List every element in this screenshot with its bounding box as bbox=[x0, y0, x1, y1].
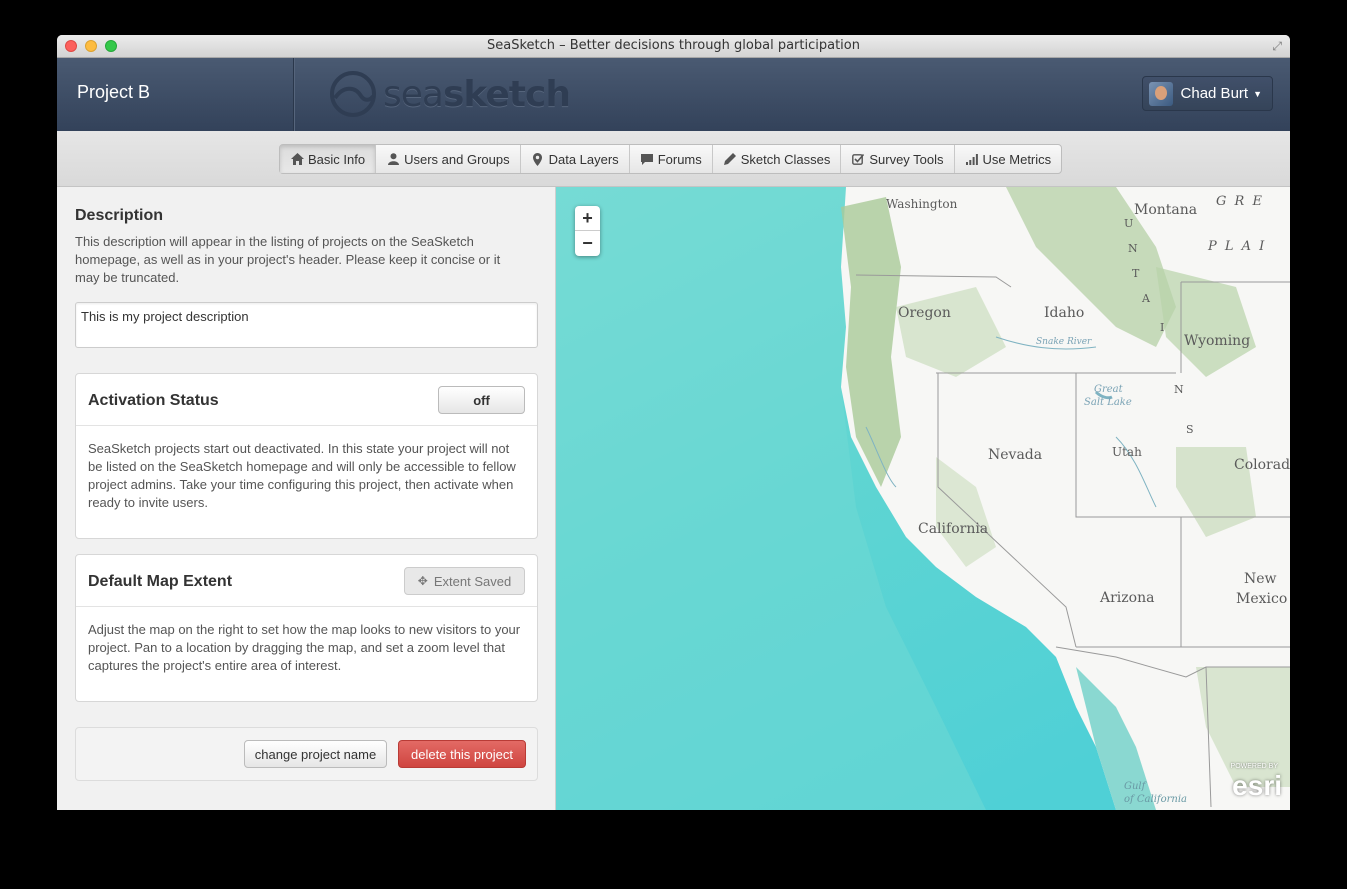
logo-text-bold: sketch bbox=[442, 73, 571, 115]
activation-status-panel: Activation Status off SeaSketch projects… bbox=[75, 373, 538, 539]
map-label-mountains-1: U bbox=[1124, 217, 1134, 230]
tab-use-metrics[interactable]: Use Metrics bbox=[955, 145, 1062, 173]
tab-users-and-groups[interactable]: Users and Groups bbox=[376, 145, 521, 173]
activation-toggle-button[interactable]: off bbox=[438, 386, 525, 414]
panel-header: Default Map Extent ✥ Extent Saved bbox=[76, 555, 537, 607]
nav-tabs: Basic Info Users and Groups Data Layers … bbox=[279, 144, 1063, 174]
default-map-extent-heading: Default Map Extent bbox=[88, 573, 233, 590]
map-label-snake-river: Snake River bbox=[1036, 337, 1092, 347]
project-actions: change project name delete this project bbox=[75, 727, 538, 781]
minimize-window-button[interactable] bbox=[85, 40, 97, 52]
esri-logo[interactable]: esri bbox=[1232, 770, 1282, 802]
project-name: Project B bbox=[77, 82, 151, 102]
map-label-gulf-1: Gulf bbox=[1124, 781, 1146, 792]
delete-project-button[interactable]: delete this project bbox=[398, 740, 526, 768]
tab-basic-info[interactable]: Basic Info bbox=[280, 145, 377, 173]
default-map-extent-panel: Default Map Extent ✥ Extent Saved Adjust… bbox=[75, 554, 538, 702]
tab-label: Survey Tools bbox=[869, 151, 944, 167]
nav-bar: Basic Info Users and Groups Data Layers … bbox=[57, 131, 1290, 187]
map-label-mountains-2: N bbox=[1128, 242, 1138, 255]
map-label-great-salt-lake-1: Great bbox=[1094, 384, 1123, 395]
zoom-window-button[interactable] bbox=[105, 40, 117, 52]
logo-text-light: sea bbox=[383, 73, 444, 115]
description-help-text: This description will appear in the list… bbox=[75, 234, 501, 285]
map-label-new-mexico-1: New bbox=[1244, 571, 1277, 587]
tab-label: Users and Groups bbox=[404, 151, 510, 167]
map-label-montana: Montana bbox=[1134, 202, 1198, 218]
map-view[interactable]: + − Washington Montana G R E P L A I U N… bbox=[556, 187, 1290, 810]
check-icon bbox=[851, 153, 865, 165]
map-label-great-plains-1: G R E bbox=[1216, 194, 1264, 209]
activation-status-text: SeaSketch projects start out deactivated… bbox=[88, 441, 516, 510]
header-divider bbox=[293, 58, 294, 131]
signal-icon bbox=[965, 153, 979, 165]
avatar bbox=[1148, 81, 1173, 106]
user-menu-button[interactable]: Chad Burt ▼ bbox=[1141, 76, 1273, 111]
description-heading: Description bbox=[75, 207, 164, 224]
tab-survey-tools[interactable]: Survey Tools bbox=[841, 145, 955, 173]
esri-powered-by: POWERED BY bbox=[1230, 763, 1278, 770]
map-label-wyoming: Wyoming bbox=[1184, 333, 1251, 349]
tab-label: Basic Info bbox=[308, 151, 366, 167]
map-label-mountains-5: I bbox=[1160, 321, 1165, 334]
zoom-control: + − bbox=[575, 206, 600, 256]
tab-label: Sketch Classes bbox=[740, 151, 831, 167]
map-label-california: California bbox=[918, 521, 989, 537]
app-header: Project B seasketch Chad Burt ▼ bbox=[57, 58, 1290, 131]
seasketch-logo: seasketch bbox=[329, 70, 571, 118]
settings-sidebar: Description This description will appear… bbox=[57, 187, 556, 810]
comment-icon bbox=[640, 153, 654, 165]
panel-header: Activation Status off bbox=[76, 374, 537, 426]
activation-status-heading: Activation Status bbox=[88, 392, 219, 409]
tab-sketch-classes[interactable]: Sketch Classes bbox=[713, 145, 842, 173]
zoom-out-button[interactable]: − bbox=[575, 231, 600, 256]
basemap bbox=[556, 187, 1290, 810]
home-icon bbox=[290, 153, 304, 165]
tab-label: Data Layers bbox=[548, 151, 619, 167]
map-label-nevada: Nevada bbox=[988, 447, 1043, 463]
map-label-great-salt-lake-2: Salt Lake bbox=[1084, 397, 1132, 408]
tab-forums[interactable]: Forums bbox=[630, 145, 713, 173]
fullscreen-icon[interactable]: ⤢ bbox=[1272, 39, 1282, 54]
map-label-mountains-6: N bbox=[1174, 383, 1184, 396]
map-label-colorado: Colorad bbox=[1234, 457, 1290, 473]
map-label-oregon: Oregon bbox=[898, 305, 951, 321]
map-label-mountains-4: A bbox=[1142, 292, 1150, 305]
extent-saved-button[interactable]: ✥ Extent Saved bbox=[404, 567, 525, 595]
map-label-washington: Washington bbox=[886, 197, 958, 211]
close-window-button[interactable] bbox=[65, 40, 77, 52]
map-label-idaho: Idaho bbox=[1044, 305, 1085, 321]
map-label-gulf-2: of California bbox=[1124, 794, 1188, 805]
title-bar: SeaSketch – Better decisions through glo… bbox=[57, 35, 1290, 58]
map-label-mountains-7: S bbox=[1186, 423, 1194, 436]
description-textarea[interactable]: This is my project description bbox=[75, 302, 538, 348]
user-name: Chad Burt bbox=[1180, 85, 1249, 102]
wave-logo-icon bbox=[330, 71, 376, 117]
map-label-arizona: Arizona bbox=[1100, 590, 1155, 606]
zoom-in-button[interactable]: + bbox=[575, 206, 600, 231]
default-map-extent-text: Adjust the map on the right to set how t… bbox=[88, 622, 521, 673]
extent-saved-label: Extent Saved bbox=[433, 573, 512, 589]
user-icon bbox=[386, 153, 400, 165]
change-project-name-button[interactable]: change project name bbox=[244, 740, 387, 768]
map-label-mountains-3: T bbox=[1132, 267, 1140, 280]
tab-label: Use Metrics bbox=[982, 151, 1052, 167]
logo-wordmark: seasketch bbox=[383, 73, 571, 115]
window-title: SeaSketch – Better decisions through glo… bbox=[486, 38, 860, 53]
move-icon: ✥ bbox=[417, 574, 428, 588]
caret-down-icon: ▼ bbox=[1253, 88, 1262, 99]
app-window: SeaSketch – Better decisions through glo… bbox=[57, 35, 1290, 810]
tab-data-layers[interactable]: Data Layers bbox=[521, 145, 630, 173]
map-label-new-mexico-2: Mexico bbox=[1236, 591, 1288, 607]
tab-label: Forums bbox=[657, 151, 702, 167]
map-label-utah: Utah bbox=[1112, 445, 1142, 459]
map-marker-icon bbox=[531, 152, 545, 166]
map-label-great-plains-2: P L A I bbox=[1208, 239, 1267, 254]
pencil-icon bbox=[723, 153, 737, 165]
